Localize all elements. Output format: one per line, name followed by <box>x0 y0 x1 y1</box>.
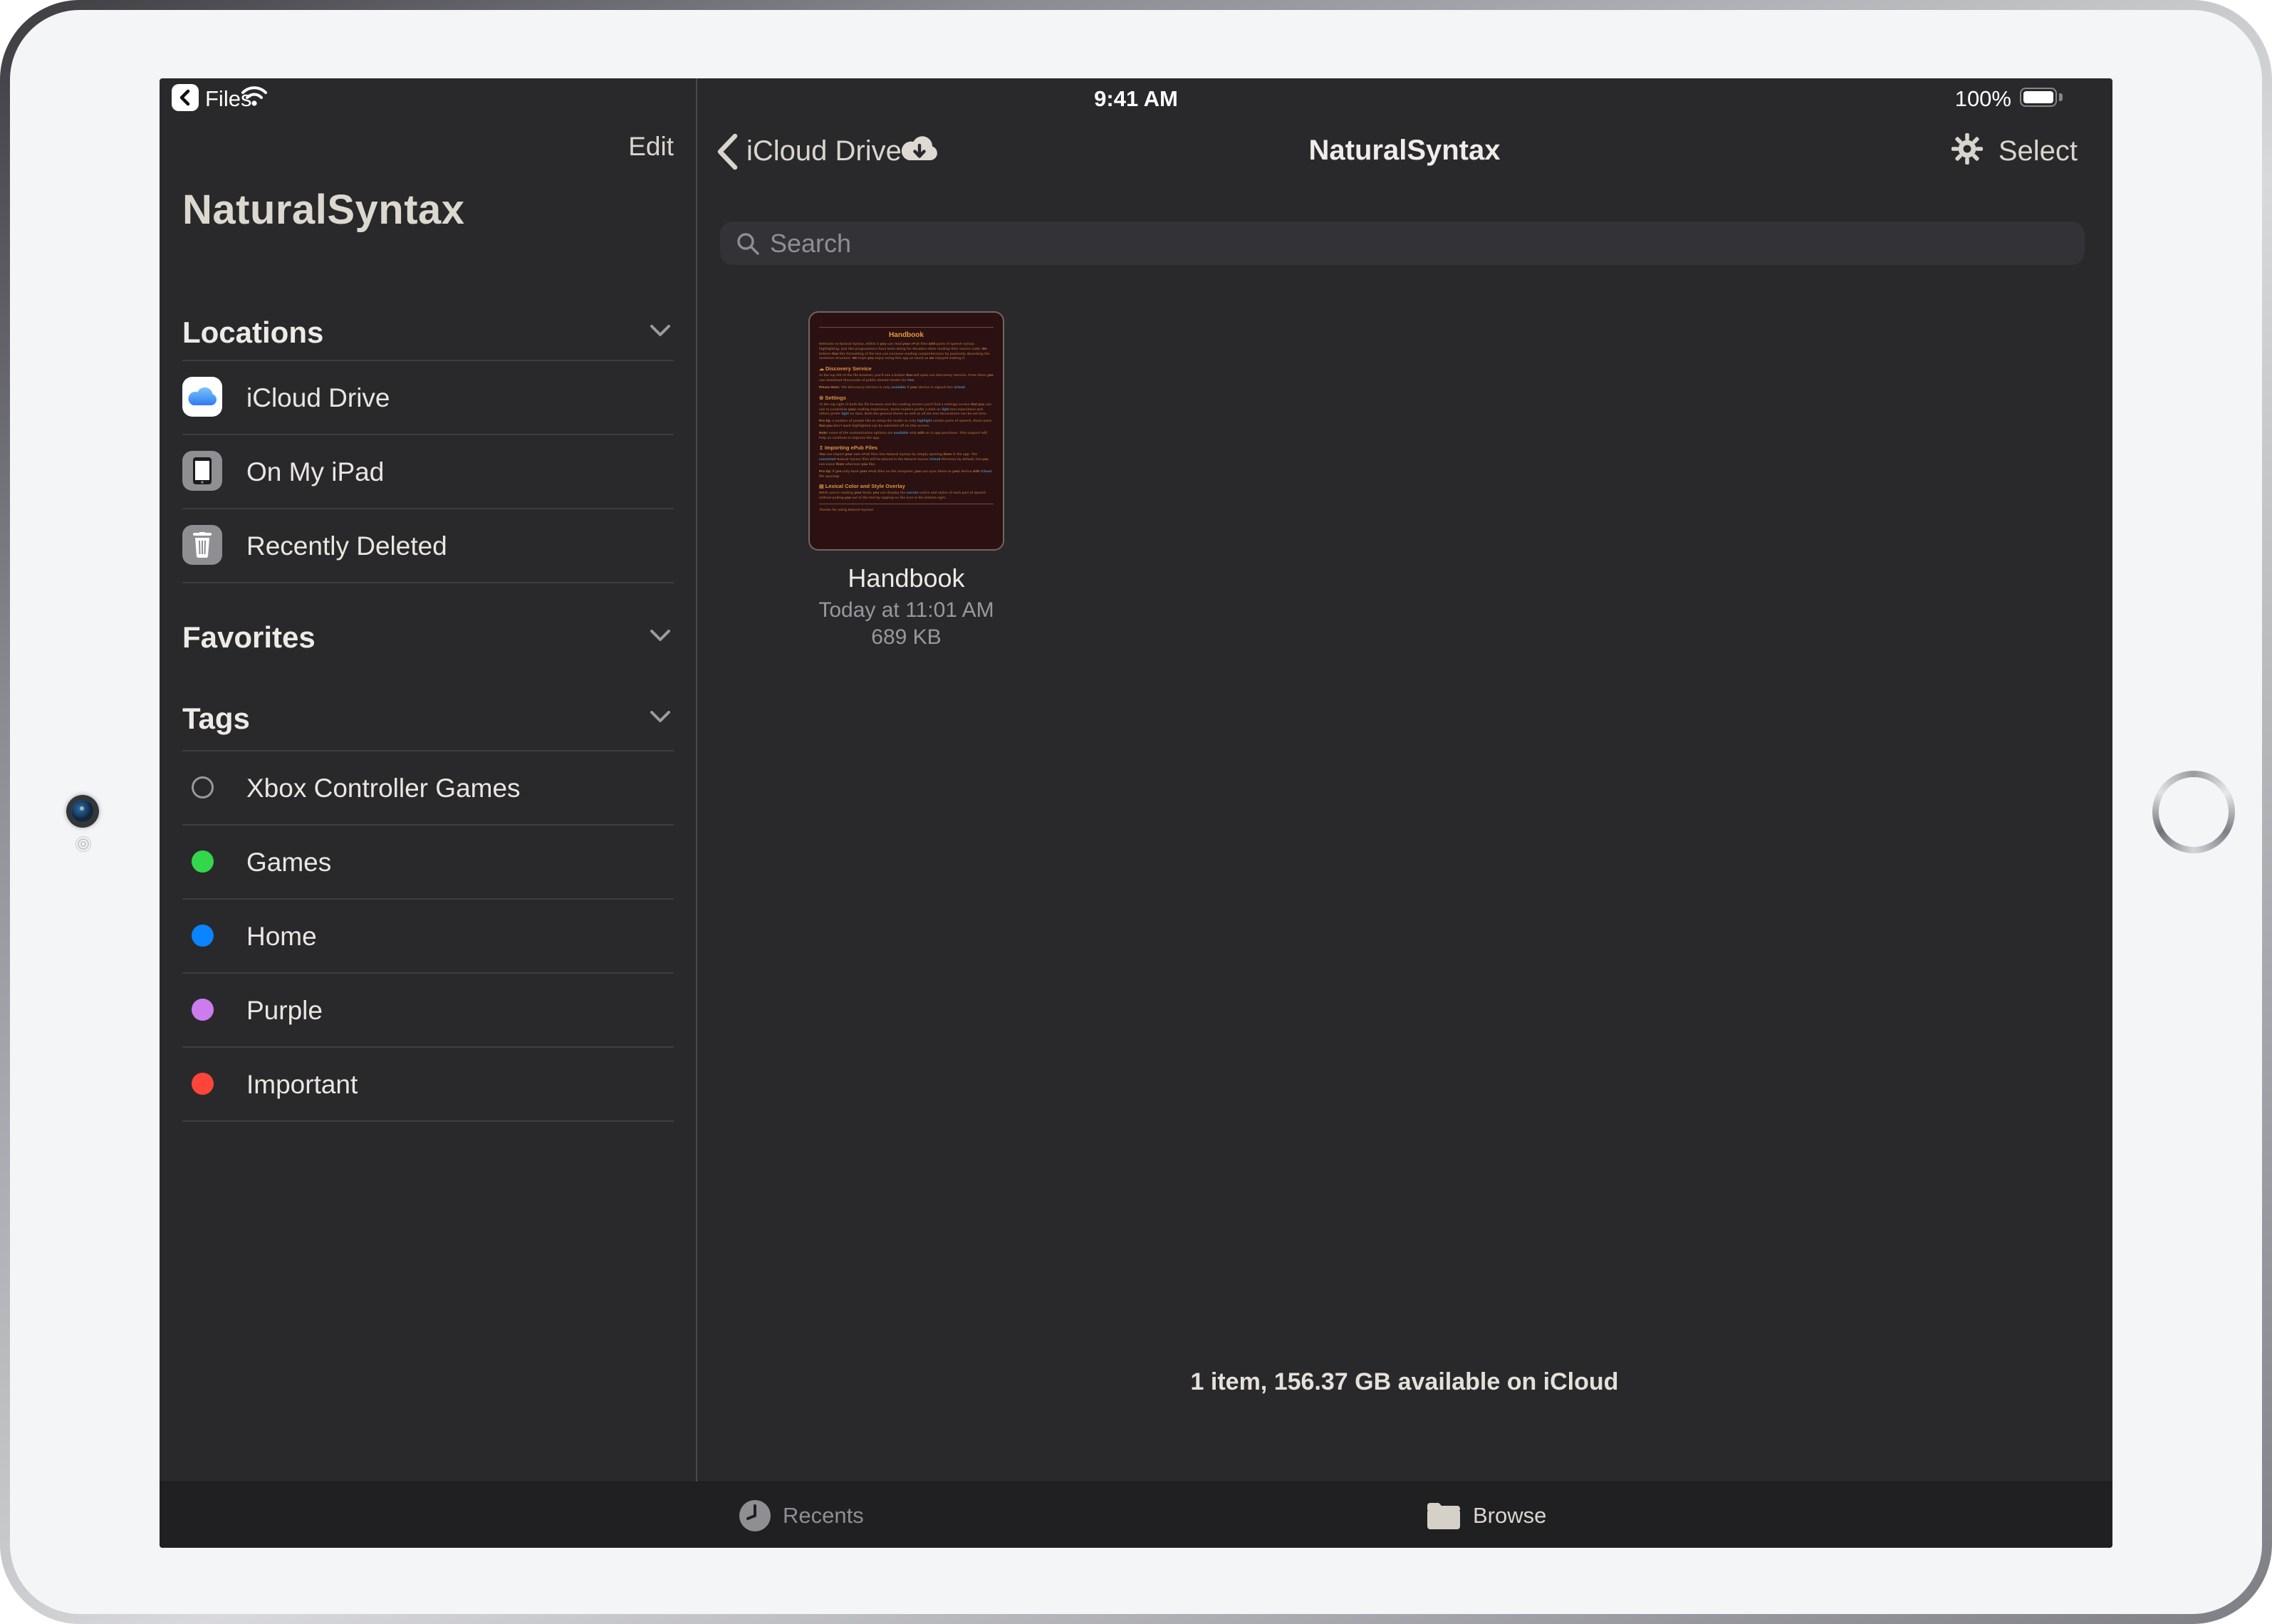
camera-lens-glint <box>80 806 84 811</box>
storage-summary: 1 item, 156.37 GB available on iCloud <box>697 1368 2112 1396</box>
tab-browse[interactable]: Browse <box>1426 1482 1546 1548</box>
tag-label: Purple <box>246 996 323 1026</box>
search-bar[interactable] <box>720 222 2085 265</box>
thumb-p: You can import your own ePub files into … <box>819 452 994 467</box>
search-input[interactable] <box>770 229 1981 259</box>
tablet-frame: Files 9:41 AM 100% Edit NaturalSyntax Lo… <box>0 0 2272 1624</box>
tab-recents[interactable]: Recents <box>739 1482 864 1548</box>
tag-circle-icon <box>192 1073 214 1095</box>
front-camera <box>71 800 94 823</box>
file-size: 689 KB <box>808 625 1004 650</box>
separator <box>182 1120 674 1122</box>
chevron-down-icon[interactable] <box>650 324 671 337</box>
folder-icon <box>1426 1501 1461 1531</box>
navigation-bar: iCloud Drive NaturalSyntax <box>697 118 2112 210</box>
sidebar-item-label: iCloud Drive <box>246 383 390 413</box>
locations-header-label: Locations <box>182 316 323 349</box>
thumb-h: ☁Discovery Service <box>819 365 994 372</box>
tag-label: Xbox Controller Games <box>246 774 521 803</box>
sidebar-item-recently-deleted[interactable]: Recently Deleted <box>182 508 674 582</box>
sidebar-app-title: NaturalSyntax <box>182 186 465 234</box>
separator <box>182 582 674 583</box>
tab-bar: Recents Browse <box>160 1482 2112 1548</box>
thumb-h: ⚙Settings <box>819 395 994 401</box>
thumb-p: At the top left of the file browser, you… <box>819 373 994 383</box>
thumb-p: At the top right of both the file browse… <box>819 402 994 417</box>
document-thumbnail[interactable]: Handbook Welcome to Natural Syntax, withi… <box>808 311 1004 551</box>
sidebar-tag-purple[interactable]: Purple <box>182 972 674 1046</box>
sidebar: Edit NaturalSyntax Locations <box>160 118 697 1482</box>
thumb-p: Thanks for using Natural Syntax! <box>819 508 994 513</box>
file-browser-pane: iCloud Drive NaturalSyntax <box>697 118 2112 1482</box>
light-sensor <box>75 836 91 852</box>
tab-label: Browse <box>1473 1503 1546 1529</box>
folder-title: NaturalSyntax <box>697 135 2112 167</box>
tag-circle-icon <box>192 776 214 798</box>
thumb-p: Pro tip: a number of people like to setu… <box>819 419 994 429</box>
tags-section-header[interactable]: Tags <box>182 702 674 734</box>
file-modified-date: Today at 11:01 AM <box>808 598 1004 623</box>
thumb-p: While you're reading your book, you can … <box>819 491 994 501</box>
file-name: Handbook <box>808 563 1004 593</box>
file-tile-handbook[interactable]: Handbook Welcome to Natural Syntax, withi… <box>808 311 1004 650</box>
favorites-header-label: Favorites <box>182 620 316 654</box>
tag-circle-icon <box>192 925 214 947</box>
clock-icon <box>739 1499 771 1532</box>
edit-button[interactable]: Edit <box>628 132 674 162</box>
tags-header-label: Tags <box>182 702 250 735</box>
files-app-screen: Files 9:41 AM 100% Edit NaturalSyntax Lo… <box>160 78 2112 1548</box>
sidebar-item-on-my-ipad[interactable]: On My iPad <box>182 434 674 508</box>
tag-label: Important <box>246 1070 358 1100</box>
sidebar-item-icloud-drive[interactable]: iCloud Drive <box>182 360 674 434</box>
sidebar-tag-home[interactable]: Home <box>182 898 674 972</box>
tag-circle-icon <box>192 999 214 1021</box>
home-button[interactable] <box>2152 771 2235 853</box>
thumb-title: Handbook <box>819 331 994 339</box>
sidebar-tag-games[interactable]: Games <box>182 824 674 898</box>
sidebar-item-label: Recently Deleted <box>246 531 447 561</box>
sidebar-tag-important[interactable]: Important <box>182 1046 674 1120</box>
locations-section-header[interactable]: Locations <box>182 316 674 348</box>
gear-icon[interactable] <box>1950 132 1984 166</box>
chevron-down-icon[interactable] <box>650 710 671 723</box>
ipad-icon <box>182 451 222 491</box>
status-bar: Files 9:41 AM 100% <box>160 78 2112 118</box>
chevron-down-icon[interactable] <box>650 629 671 642</box>
thumb-p: Note: some of the customization options … <box>819 431 994 441</box>
status-time: 9:41 AM <box>160 86 2112 112</box>
thumb-p: Please Note: The Discovery Service is on… <box>819 385 994 390</box>
search-icon <box>736 231 760 256</box>
tag-circle-icon <box>192 850 214 873</box>
favorites-section-header[interactable]: Favorites <box>182 620 674 653</box>
tag-label: Home <box>246 922 317 952</box>
thumb-h: ▤Lexical Color and Style Overlay <box>819 483 994 489</box>
battery-percent: 100% <box>1955 86 2011 112</box>
battery-nub <box>2059 93 2063 101</box>
thumb-p: Pro tip: If you only have your ePub file… <box>819 469 994 479</box>
thumb-rule <box>819 327 994 328</box>
icloud-icon <box>182 377 222 417</box>
tag-label: Games <box>246 848 331 878</box>
select-button[interactable]: Select <box>1999 135 2078 167</box>
tab-label: Recents <box>783 1503 864 1529</box>
sidebar-item-label: On My iPad <box>246 457 384 487</box>
thumb-h: ↥Importing ePub Files <box>819 444 994 451</box>
trash-icon <box>182 525 222 565</box>
sidebar-tag-xbox-controller-games[interactable]: Xbox Controller Games <box>182 750 674 824</box>
thumb-p: Welcome to Natural Syntax, within it you… <box>819 342 994 361</box>
battery-icon <box>2020 88 2057 107</box>
